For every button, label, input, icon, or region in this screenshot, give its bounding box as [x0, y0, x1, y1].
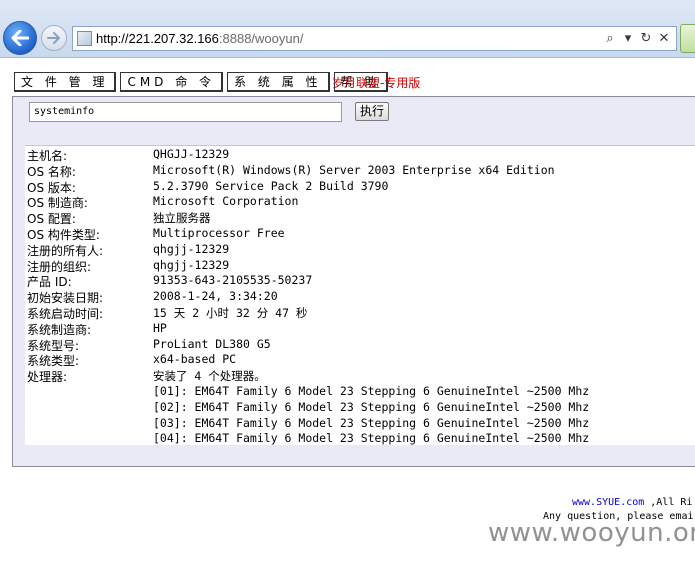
sysinfo-value: [03]: EM64T Family 6 Model 23 Stepping 6…: [153, 415, 590, 430]
forward-button[interactable]: [41, 25, 67, 51]
watermark: www.wooyun.org: [488, 518, 695, 548]
sysinfo-value: 安装了 4 个处理器。: [153, 369, 266, 384]
search-icon[interactable]: ⌕: [602, 29, 618, 48]
sysinfo-key: 系统启动时间:: [27, 307, 104, 321]
command-output: 主机名: QHGJJ-12329 OS 名称: Microsoft(R) Window…: [25, 145, 695, 445]
sysinfo-key: 主机名:: [27, 149, 68, 163]
sysinfo-key: 系统型号:: [27, 338, 80, 353]
sysinfo-value: qhgjj-12329: [153, 257, 230, 272]
back-arrow-icon: [11, 30, 29, 46]
back-button[interactable]: [3, 21, 37, 55]
url-text[interactable]: http://221.207.32.166:8888/wooyun/: [96, 31, 303, 46]
footer-link[interactable]: www.SYUE.com: [572, 497, 644, 508]
sysinfo-value: Microsoft Corporation: [153, 194, 299, 209]
url-path: :8888/wooyun/: [218, 31, 304, 46]
sysinfo-value: x64-based PC: [153, 352, 237, 367]
sysinfo-key: 注册的所有人:: [27, 243, 104, 258]
sysinfo-key: OS 配置:: [27, 212, 76, 227]
sysinfo-value: [04]: EM64T Family 6 Model 23 Stepping 6…: [153, 431, 590, 446]
sysinfo-value: ProLiant DL380 G5: [153, 336, 271, 351]
sysinfo-key: OS 名称:: [27, 164, 76, 179]
sysinfo-value: [02]: EM64T Family 6 Model 23 Stepping 6…: [153, 399, 590, 414]
sysinfo-key: 产品 ID:: [27, 275, 72, 290]
brand-label: 岁月联盟-专用版: [332, 76, 421, 90]
forward-arrow-icon: [47, 32, 60, 44]
sysinfo-value: [01]: EM64T Family 6 Model 23 Stepping 6…: [153, 384, 590, 398]
sysinfo-value: Multiprocessor Free: [153, 226, 285, 240]
menu-file-manager[interactable]: 文 件 管 理: [14, 72, 117, 92]
browser-toolbar: http://221.207.32.166:8888/wooyun/ ⌕ ▾ ↻…: [0, 0, 695, 58]
sysinfo-key: 初始安装日期:: [27, 291, 104, 306]
footer-rights: ,All Ri: [644, 497, 693, 508]
sysinfo-value: HP: [153, 320, 167, 335]
menu-system-properties[interactable]: 系 统 属 性: [227, 72, 330, 92]
sysinfo-key: 系统制造商:: [27, 322, 92, 337]
footer-line-1: www.SYUE.com ,All Ri: [572, 497, 692, 508]
address-bar[interactable]: http://221.207.32.166:8888/wooyun/ ⌕ ▾ ↻…: [72, 26, 677, 51]
sysinfo-value: 独立服务器: [153, 211, 211, 226]
sysinfo-key: OS 构件类型:: [27, 228, 100, 242]
sysinfo-key: OS 版本:: [27, 180, 76, 195]
compat-view-icon[interactable]: ▾: [620, 29, 636, 48]
sysinfo-key: 处理器:: [27, 370, 68, 385]
sysinfo-value: 91353-643-2105535-50237: [153, 273, 313, 288]
sysinfo-value: QHGJJ-12329: [153, 147, 230, 161]
close-icon[interactable]: ✕: [656, 29, 672, 48]
execute-button[interactable]: 执行: [355, 102, 390, 121]
sysinfo-value: 5.2.3790 Service Pack 2 Build 3790: [153, 178, 389, 193]
refresh-icon[interactable]: ↻: [638, 29, 654, 48]
sysinfo-key: OS 制造商:: [27, 196, 88, 211]
url-host: http://221.207.32.166: [96, 31, 219, 46]
sysinfo-value: Microsoft(R) Windows(R) Server 2003 Ente…: [153, 162, 555, 177]
sysinfo-value: 2008-1-24, 3:34:20: [153, 289, 278, 304]
sysinfo-key: 系统类型:: [27, 354, 80, 369]
sysinfo-key: 注册的组织:: [27, 259, 92, 274]
menu-cmd[interactable]: CMD 命 令: [120, 72, 224, 92]
command-input[interactable]: systeminfo: [29, 102, 342, 122]
sysinfo-value: qhgjj-12329: [153, 241, 230, 256]
sysinfo-value: 15 天 2 小时 32 分 47 秒: [153, 306, 308, 320]
page-favicon-icon: [77, 31, 92, 46]
new-tab-stub[interactable]: [680, 24, 695, 53]
command-panel: systeminfo 执行 主机名: QHGJJ-12329 OS 名称: Micro…: [12, 96, 695, 467]
